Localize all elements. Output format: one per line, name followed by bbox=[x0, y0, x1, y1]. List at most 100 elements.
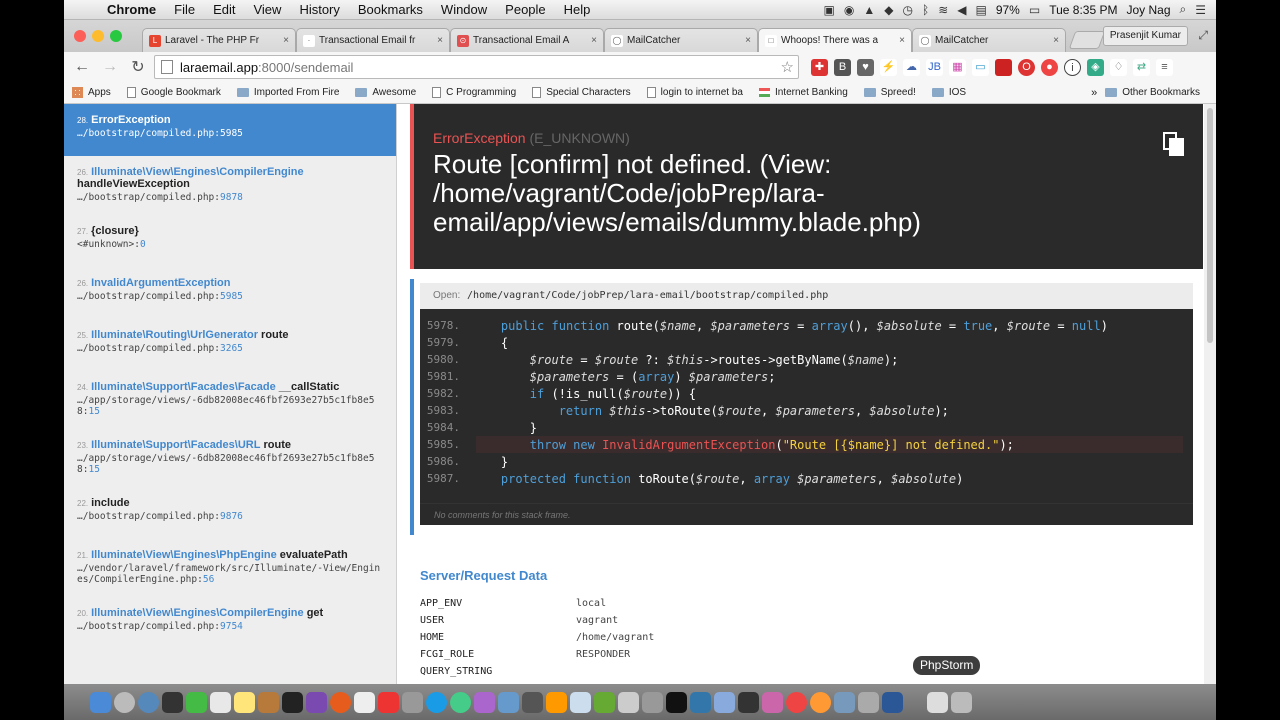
app-screen-icon[interactable] bbox=[522, 691, 543, 713]
skype-icon[interactable] bbox=[426, 691, 447, 713]
tab-close-icon[interactable]: × bbox=[1053, 35, 1059, 46]
trash-icon[interactable] bbox=[951, 691, 972, 713]
cloud-icon[interactable]: ☁ bbox=[903, 58, 920, 76]
pocket-icon[interactable]: ♥ bbox=[857, 58, 874, 76]
spotlight-search-icon[interactable]: ⌕ bbox=[1180, 2, 1187, 17]
stack-frame[interactable]: 25. Illuminate\Routing\UrlGenerator route… bbox=[64, 319, 396, 371]
app-pink-icon[interactable] bbox=[762, 691, 783, 713]
browser-tab[interactable]: · Transactional Email fr × bbox=[296, 28, 450, 52]
app-grey-icon[interactable] bbox=[402, 691, 423, 713]
messages-icon[interactable] bbox=[186, 691, 207, 713]
menu-bookmarks[interactable]: Bookmarks bbox=[349, 2, 432, 17]
menu-app-name[interactable]: Chrome bbox=[98, 2, 165, 17]
stop-icon[interactable]: ● bbox=[1041, 58, 1058, 76]
calendar-icon[interactable] bbox=[210, 691, 231, 713]
dropbox-icon[interactable]: ◆ bbox=[884, 3, 893, 17]
tab-close-icon[interactable]: × bbox=[283, 35, 289, 46]
mission-control-icon[interactable] bbox=[162, 691, 183, 713]
itunes-icon[interactable] bbox=[786, 691, 807, 713]
phpstorm-icon[interactable] bbox=[498, 691, 519, 713]
address-bar[interactable]: laraemail.app:8000/sendemail ☆ bbox=[154, 55, 799, 79]
browser-tab[interactable]: L Laravel - The PHP Fr × bbox=[142, 28, 296, 52]
battery-icon[interactable]: ▭ bbox=[1029, 3, 1040, 17]
open-file-bar[interactable]: Open: /home/vagrant/Code/jobPrep/lara-em… bbox=[420, 283, 1193, 309]
page-scrollbar[interactable] bbox=[1204, 104, 1216, 684]
close-window-button[interactable] bbox=[74, 30, 86, 42]
bookmark-item[interactable]: Imported From Fire bbox=[236, 87, 339, 98]
scrollbar-thumb[interactable] bbox=[1207, 108, 1213, 343]
app-white-icon[interactable] bbox=[354, 691, 375, 713]
forward-arrow-icon[interactable]: → bbox=[98, 55, 122, 79]
new-tab-button[interactable] bbox=[1068, 31, 1106, 49]
menu-view[interactable]: View bbox=[244, 2, 290, 17]
tab-close-icon[interactable]: × bbox=[899, 35, 905, 46]
vlc-icon[interactable] bbox=[546, 691, 567, 713]
activity-monitor-icon[interactable] bbox=[738, 691, 759, 713]
drive-icon[interactable]: ▲ bbox=[863, 3, 875, 17]
evernote-icon[interactable]: ◉ bbox=[844, 3, 854, 17]
screen-icon[interactable]: ▭ bbox=[972, 58, 989, 76]
app-silver-icon[interactable] bbox=[858, 691, 879, 713]
browser-tab[interactable]: ◯ MailCatcher × bbox=[912, 28, 1066, 52]
user-name[interactable]: Joy Nag bbox=[1126, 3, 1170, 17]
extension-b-icon[interactable]: B bbox=[834, 58, 851, 76]
browser-tab[interactable]: □ Whoops! There was a × bbox=[758, 28, 912, 52]
browser-tab[interactable]: ⊙ Transactional Email A × bbox=[450, 28, 604, 52]
app-box-icon[interactable] bbox=[618, 691, 639, 713]
app-orange-icon[interactable] bbox=[810, 691, 831, 713]
stack-frame[interactable]: 26. Illuminate\View\Engines\CompilerEngin… bbox=[64, 156, 396, 215]
preview-icon[interactable] bbox=[570, 691, 591, 713]
bookmark-star-icon[interactable]: ☆ bbox=[781, 58, 794, 76]
open-file-path[interactable]: /home/vagrant/Code/jobPrep/lara-email/bo… bbox=[467, 290, 828, 301]
back-arrow-icon[interactable]: ← bbox=[70, 55, 94, 79]
finder-icon[interactable] bbox=[90, 691, 111, 713]
bookmark-item[interactable]: Google Bookmark bbox=[126, 87, 221, 98]
profile-button[interactable]: Prasenjit Kumar bbox=[1102, 26, 1188, 46]
bookmark-item[interactable]: login to internet ba bbox=[646, 87, 743, 98]
jb-icon[interactable]: JB bbox=[926, 58, 943, 76]
time-machine-icon[interactable]: ◷ bbox=[903, 3, 913, 17]
app-light-blue-icon[interactable] bbox=[714, 691, 735, 713]
browser-tab[interactable]: ◯ MailCatcher × bbox=[604, 28, 758, 52]
bookmark-item[interactable]: C Programming bbox=[432, 87, 516, 98]
stack-frame[interactable]: 21. Illuminate\View\Engines\PhpEngine eva… bbox=[64, 539, 396, 597]
app-violet-icon[interactable] bbox=[474, 691, 495, 713]
bulb-icon[interactable]: ♢ bbox=[1110, 58, 1127, 76]
bookmark-item[interactable]: Internet Banking bbox=[758, 87, 848, 98]
stack-frame[interactable]: 28. ErrorException …/bootstrap/compiled.ph… bbox=[64, 104, 396, 156]
bookmark-other[interactable]: » Other Bookmarks bbox=[1091, 87, 1200, 99]
app-brown-icon[interactable] bbox=[258, 691, 279, 713]
flag-icon[interactable]: ▤ bbox=[975, 3, 986, 17]
tab-close-icon[interactable]: × bbox=[591, 35, 597, 46]
battery-percent[interactable]: 97% bbox=[996, 3, 1020, 17]
app-purple-icon[interactable] bbox=[306, 691, 327, 713]
extension-red-icon[interactable]: ✚ bbox=[811, 58, 828, 76]
chrome-icon[interactable] bbox=[450, 691, 471, 713]
extension-square-icon[interactable] bbox=[995, 58, 1012, 76]
stack-frame[interactable]: 23. Illuminate\Support\Facades\URL route …… bbox=[64, 429, 396, 487]
minimize-window-button[interactable] bbox=[92, 30, 104, 42]
downloads-stack-icon[interactable] bbox=[927, 691, 948, 713]
terminal-icon[interactable] bbox=[666, 691, 687, 713]
notification-center-icon[interactable]: ☰ bbox=[1195, 3, 1206, 17]
app-blue-icon[interactable] bbox=[690, 691, 711, 713]
stack-frame[interactable]: 20. Illuminate\View\Engines\CompilerEngin… bbox=[64, 597, 396, 649]
screen-record-icon[interactable]: ▣ bbox=[824, 3, 835, 17]
firefox-icon[interactable] bbox=[330, 691, 351, 713]
notes-icon[interactable] bbox=[234, 691, 255, 713]
wifi-icon[interactable]: ≋ bbox=[938, 3, 948, 17]
menu-file[interactable]: File bbox=[165, 2, 204, 17]
bookmark-item[interactable]: Awesome bbox=[355, 87, 416, 98]
menu-history[interactable]: History bbox=[290, 2, 348, 17]
menu-people[interactable]: People bbox=[496, 2, 554, 17]
extension-pink-icon[interactable]: ▦ bbox=[949, 58, 966, 76]
menu-icon[interactable]: ≡ bbox=[1156, 58, 1173, 76]
info-icon[interactable]: i bbox=[1064, 58, 1081, 76]
app-red-icon[interactable] bbox=[378, 691, 399, 713]
lightning-icon[interactable]: ⚡ bbox=[880, 58, 897, 76]
stack-frame[interactable]: 24. Illuminate\Support\Facades\Facade __c… bbox=[64, 371, 396, 429]
system-preferences-icon[interactable] bbox=[834, 691, 855, 713]
word-icon[interactable] bbox=[882, 691, 903, 713]
volume-icon[interactable]: ◀ bbox=[957, 3, 966, 17]
menu-edit[interactable]: Edit bbox=[204, 2, 244, 17]
